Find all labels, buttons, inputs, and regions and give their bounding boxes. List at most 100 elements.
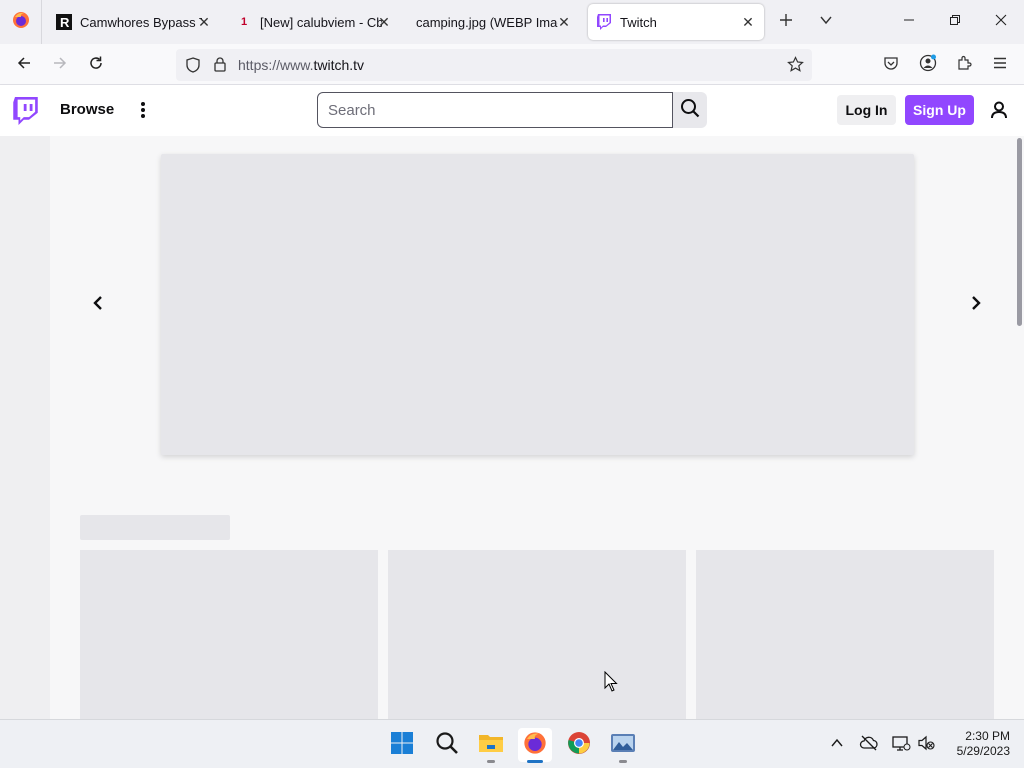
user-icon[interactable]	[989, 100, 1009, 125]
firefox-icon	[12, 11, 30, 34]
cloud-offline-icon	[859, 735, 879, 756]
shield-icon[interactable]	[185, 57, 201, 78]
carousel-prev-button[interactable]	[86, 293, 110, 317]
active-indicator	[527, 760, 543, 763]
reload-icon	[88, 55, 104, 76]
tab-title: camping.jpg (WEBP Image	[416, 14, 558, 30]
carousel-next-button[interactable]	[964, 293, 988, 317]
sign-up-button[interactable]: Sign Up	[905, 95, 974, 125]
tab-title: [New] calubviem - Cbo	[260, 14, 382, 30]
windows-icon	[390, 731, 414, 760]
url-bar[interactable]: https://www.twitch.tv	[176, 49, 812, 81]
chevron-up-icon	[830, 736, 844, 755]
tab-camwhores-bypass[interactable]: R Camwhores Bypass Too ✕	[48, 4, 220, 40]
close-icon[interactable]: ✕	[740, 14, 756, 30]
reload-button[interactable]	[81, 50, 111, 80]
close-icon[interactable]: ✕	[196, 14, 212, 30]
account-button[interactable]	[913, 50, 943, 80]
clock-time: 2:30 PM	[965, 729, 1010, 743]
forward-button[interactable]	[45, 50, 75, 80]
search-taskbar-button[interactable]	[430, 728, 464, 762]
clock-date: 5/29/2023	[956, 744, 1010, 758]
running-indicator	[487, 760, 495, 763]
twitch-logo-icon[interactable]	[13, 97, 38, 130]
show-hidden-icons-button[interactable]	[826, 734, 848, 756]
firefox-icon	[523, 731, 547, 760]
page-scrollbar[interactable]	[1014, 136, 1024, 719]
scrollbar-thumb[interactable]	[1017, 138, 1022, 326]
main-content	[50, 136, 1014, 719]
pocket-icon	[883, 55, 899, 76]
search-button[interactable]	[673, 92, 707, 128]
chrome-taskbar-button[interactable]	[562, 728, 596, 762]
navigation-toolbar: https://www.twitch.tv	[0, 44, 1024, 85]
account-icon	[919, 54, 937, 77]
letter-r-icon: R	[56, 14, 72, 30]
chevron-down-icon	[819, 13, 833, 32]
search-icon	[680, 98, 700, 123]
plus-icon	[779, 13, 793, 32]
side-nav	[0, 136, 50, 719]
log-in-button[interactable]: Log In	[837, 95, 896, 125]
notification-badge: 1	[240, 16, 248, 28]
tab-twitch[interactable]: Twitch ✕	[588, 4, 764, 40]
star-icon[interactable]	[787, 56, 804, 78]
clock[interactable]: 2:30 PM 5/29/2023	[944, 729, 1010, 759]
chevron-right-icon	[970, 295, 982, 316]
tab-title: Camwhores Bypass Too	[80, 14, 202, 30]
stream-card-placeholder[interactable]	[388, 550, 686, 719]
start-button[interactable]	[385, 728, 419, 762]
lock-icon[interactable]	[212, 56, 228, 78]
back-button[interactable]	[9, 50, 39, 80]
minimize-button[interactable]	[886, 0, 932, 44]
chevron-left-icon	[92, 295, 104, 316]
url-domain: twitch.tv	[313, 57, 365, 73]
twitch-icon	[596, 14, 612, 30]
onedrive-tray-button[interactable]	[858, 734, 880, 756]
more-options-icon[interactable]	[138, 100, 148, 125]
arrow-right-icon	[52, 55, 68, 76]
speaker-muted-icon	[917, 735, 935, 756]
tab-strip: R Camwhores Bypass Too ✕ 1 [New] calubvi…	[0, 0, 1024, 44]
browse-link[interactable]: Browse	[60, 101, 114, 118]
url-prefix: https://www.	[238, 57, 314, 73]
tab-camping-image[interactable]: camping.jpg (WEBP Image ✕	[408, 4, 580, 40]
featured-carousel-placeholder[interactable]	[161, 154, 914, 455]
pocket-button[interactable]	[876, 50, 906, 80]
puzzle-icon	[956, 55, 972, 76]
file-explorer-button[interactable]	[474, 728, 508, 763]
list-all-tabs-button[interactable]	[812, 0, 840, 44]
close-icon[interactable]: ✕	[376, 14, 392, 30]
twitch-top-nav: Browse Log In Sign Up	[0, 85, 1024, 136]
stream-card-placeholder[interactable]	[80, 550, 378, 719]
chrome-icon	[567, 731, 591, 760]
firefox-taskbar-button[interactable]	[518, 728, 552, 763]
restore-button[interactable]	[932, 0, 978, 44]
taskbar: 2:30 PM 5/29/2023	[0, 719, 1024, 768]
photo-viewer-icon	[610, 732, 636, 759]
folder-icon	[478, 732, 504, 759]
network-icon	[891, 735, 911, 756]
extensions-button[interactable]	[949, 50, 979, 80]
volume-tray-button[interactable]	[915, 734, 937, 756]
stream-card-placeholder[interactable]	[696, 550, 994, 719]
tab-title: Twitch	[620, 14, 657, 30]
url-text: https://www.twitch.tv	[238, 57, 364, 73]
close-window-button[interactable]	[978, 0, 1024, 44]
network-tray-button[interactable]	[890, 734, 912, 756]
svg-text:R: R	[60, 15, 70, 30]
close-icon[interactable]: ✕	[556, 14, 572, 30]
mouse-cursor-icon	[604, 670, 618, 698]
photos-taskbar-button[interactable]	[606, 728, 640, 763]
menu-button[interactable]	[985, 50, 1015, 80]
hamburger-icon	[992, 55, 1008, 76]
section-title-placeholder	[80, 515, 230, 540]
new-tab-button[interactable]	[772, 0, 800, 44]
close-icon	[995, 13, 1007, 31]
tab-calubviem[interactable]: 1 [New] calubviem - Cbo ✕	[228, 4, 400, 40]
minimize-icon	[903, 13, 915, 31]
firefox-view-button[interactable]	[0, 0, 42, 44]
search-input[interactable]	[317, 92, 673, 128]
restore-icon	[949, 13, 961, 31]
search-icon	[435, 731, 459, 760]
